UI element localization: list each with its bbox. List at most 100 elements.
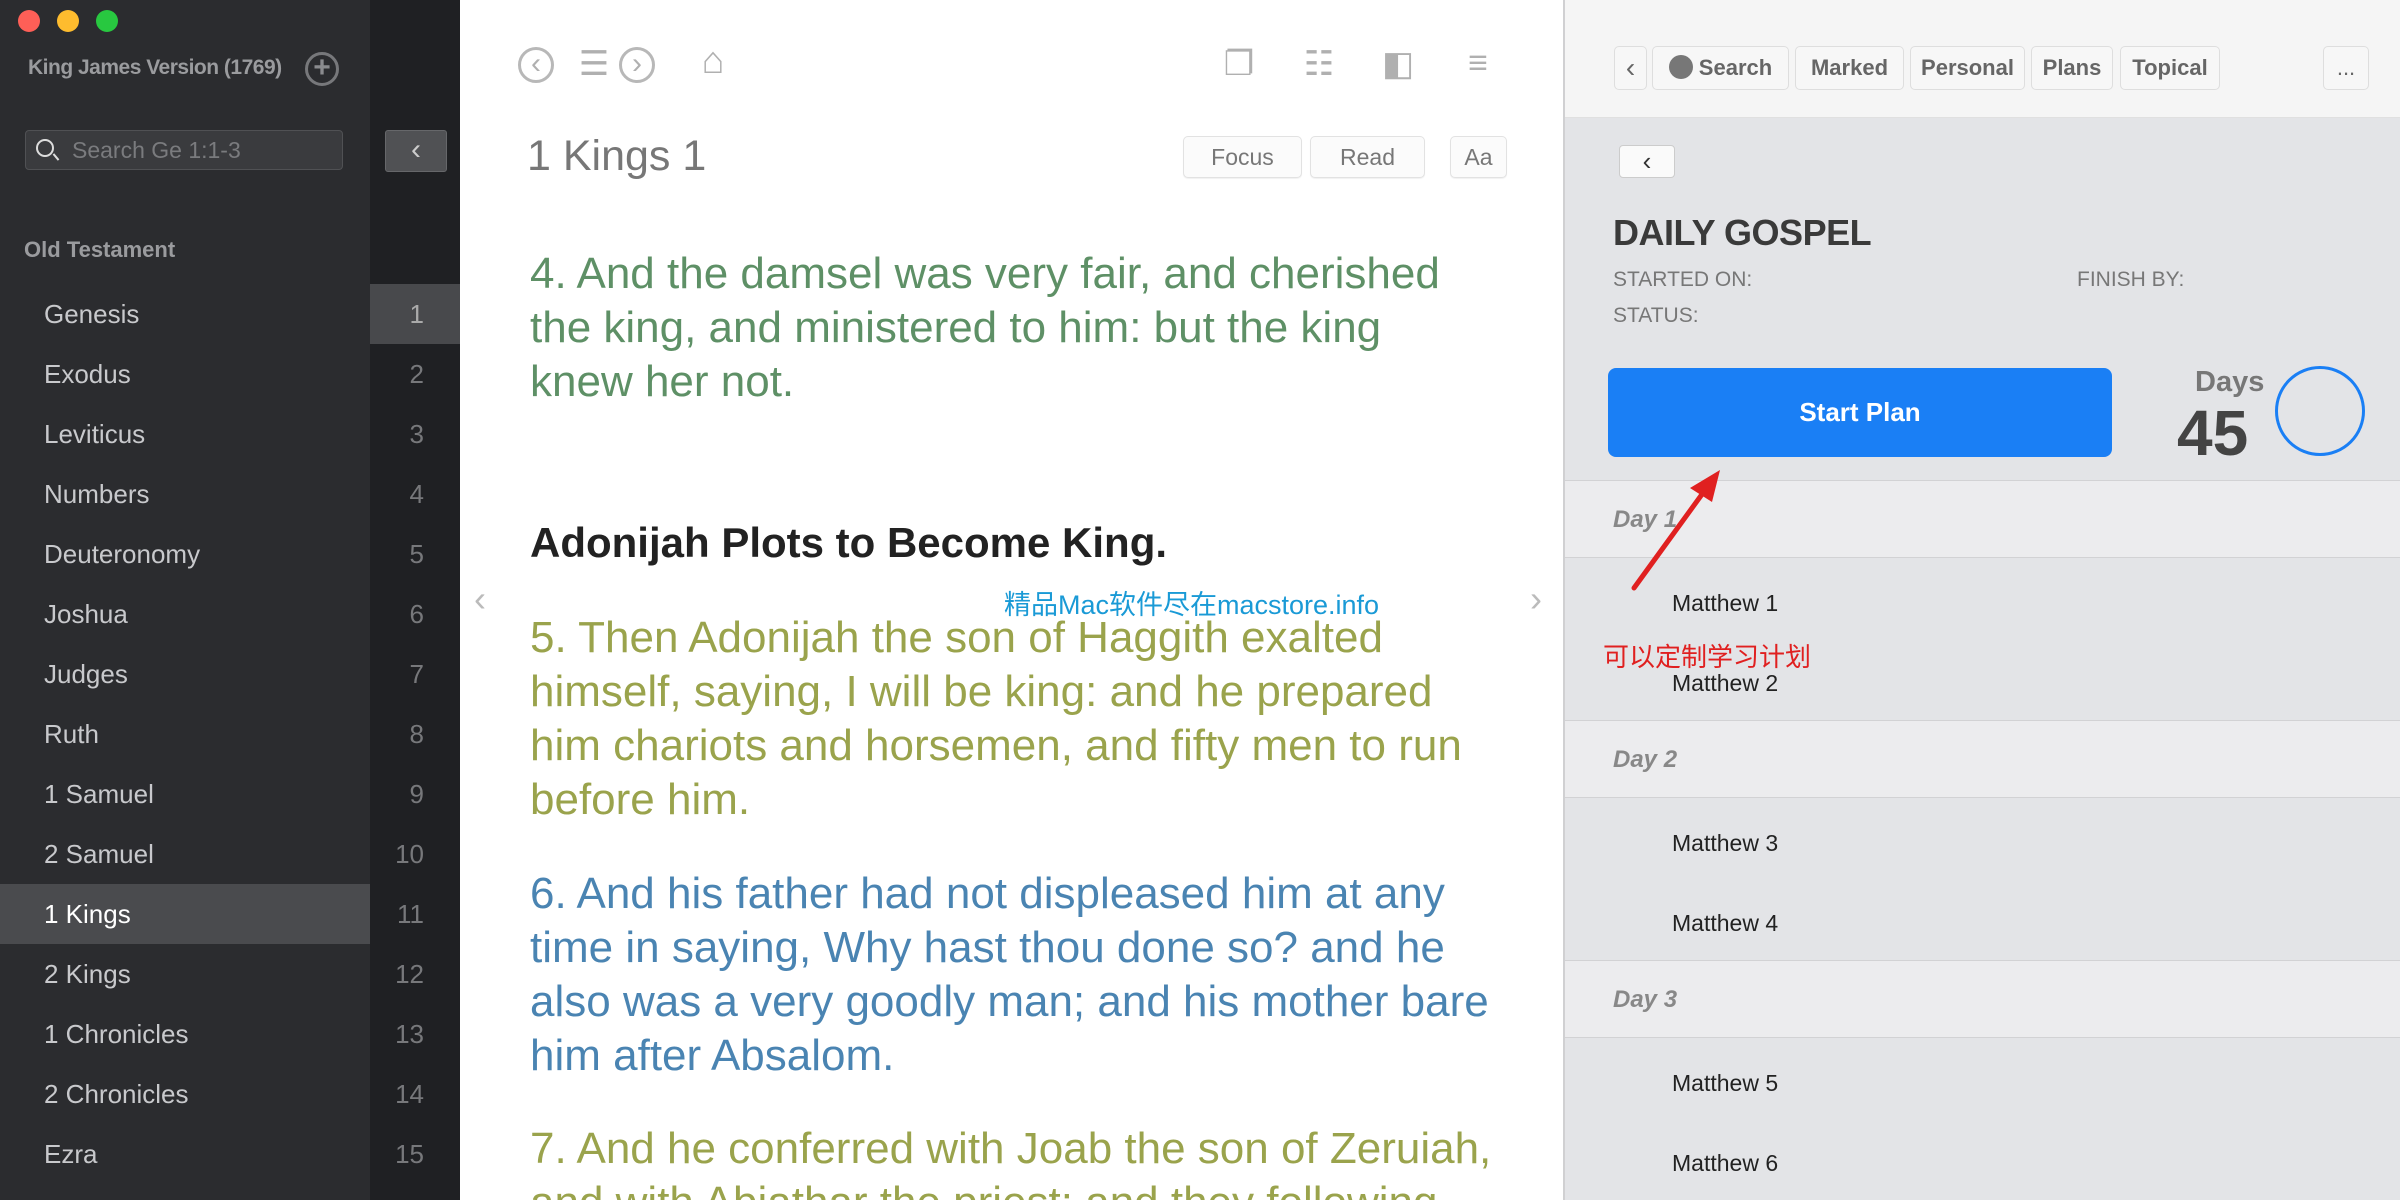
outline-icon[interactable]: ≡ [1453,44,1503,83]
chapter-number[interactable]: 12 [370,944,460,1004]
sidebar-item-book[interactable]: 2 Samuel [0,824,370,884]
sidebar-item-book[interactable]: Judges [0,644,370,704]
chapter-number[interactable]: 4 [370,464,460,524]
verse-6[interactable]: 6. And his father had not displeased him… [530,867,1489,1083]
reading-item[interactable]: Matthew 4 [1672,910,1778,937]
forward-circle-icon[interactable]: › [619,47,655,83]
more-button[interactable]: ... [2323,46,2369,90]
tab-marked[interactable]: Marked [1795,46,1904,90]
chapter-number[interactable]: 6 [370,584,460,644]
verse-line: and with Abiathar the priest: and they f… [530,1176,1491,1200]
verse-line: him chariots and horsemen, and fifty men… [530,721,1462,770]
section-old-testament: Old Testament [24,237,176,262]
sidebar-item-book[interactable]: Exodus [0,344,370,404]
chapter-number[interactable]: 1 [370,284,460,344]
started-on-label: STARTED ON: [1613,268,1753,291]
zoom-window-button[interactable] [96,10,118,32]
search-input[interactable]: Search Ge 1:1-3 [25,130,343,170]
watermark: 精品Mac软件尽在macstore.info [1004,590,1380,620]
sidebar-item-book[interactable]: 2 Kings [0,944,370,1004]
reader-content: 4. And the damsel was very fair, and che… [460,182,1563,1200]
split-view-icon[interactable]: ◧ [1373,44,1423,84]
presentation-icon[interactable]: ☷ [1294,44,1344,84]
finish-by-label: FINISH BY: [2077,268,2185,291]
plans-panel: ‹ Search Marked Personal Plans Topical .… [1563,0,2400,1200]
verse-line: also was a very goodly man; and his moth… [530,977,1489,1026]
sidebar-item-book[interactable]: 2 Chronicles [0,1064,370,1124]
tab-plans[interactable]: Plans [2031,46,2113,90]
verse-5[interactable]: 5. Then Adonijah the son of Haggith exal… [530,611,1462,827]
focus-button[interactable]: Focus [1183,136,1302,178]
search-icon [1668,55,1693,80]
sidebar-item-book[interactable]: Numbers [0,464,370,524]
chapter-number[interactable]: 11 [370,884,460,944]
sidebar-item-book[interactable]: 1 Kings [0,884,370,944]
verse-line: 4. And the damsel was very fair, and che… [530,249,1440,298]
verse-line: time in saying, Why hast thou done so? a… [530,923,1445,972]
minimize-window-button[interactable] [57,10,79,32]
sidebar-item-book[interactable]: Joshua [0,584,370,644]
chapter-number[interactable]: 8 [370,704,460,764]
verse-line: 7. And he conferred with Joab the son of… [530,1124,1492,1173]
day-header: Day 2 [1565,720,2400,798]
verse-4[interactable]: 4. And the damsel was very fair, and che… [530,247,1440,409]
verse-line: knew her not. [530,357,795,406]
tab-search[interactable]: Search [1652,46,1789,90]
search-icon [36,139,54,157]
close-window-button[interactable] [18,10,40,32]
sidebar-item-book[interactable]: Ezra [0,1124,370,1184]
home-icon[interactable]: ⌂ [688,40,738,83]
sidebar-item-book[interactable]: 1 Samuel [0,764,370,824]
tab-label: Search [1698,55,1773,80]
sidebar-item-book[interactable]: Genesis [0,284,370,344]
add-icon[interactable]: + [305,52,339,86]
back-circle-icon[interactable]: ‹ [518,47,554,83]
tab-topical[interactable]: Topical [2120,46,2220,90]
annotation-arrow [1631,470,1720,591]
chapter-number[interactable]: 9 [370,764,460,824]
days-label: Days [2195,366,2265,398]
copy-icon[interactable]: ❐ [1214,44,1264,84]
chapter-number[interactable]: 2 [370,344,460,404]
next-chapter-arrow[interactable]: › [1530,578,1542,620]
verse-line: him after Absalom. [530,1031,895,1080]
reading-item[interactable]: Matthew 5 [1672,1070,1778,1097]
progress-ring [2275,366,2365,456]
verse-line: 6. And his father had not displeased him… [530,869,1445,918]
chapter-number[interactable]: 13 [370,1004,460,1064]
chapter-title: 1 Kings 1 [527,132,707,180]
reading-item[interactable]: Matthew 6 [1672,1150,1778,1177]
chapter-number[interactable]: 10 [370,824,460,884]
verse-7[interactable]: 7. And he conferred with Joab the son of… [530,1122,1491,1200]
chapter-number[interactable]: 14 [370,1064,460,1124]
chapter-number[interactable]: 5 [370,524,460,584]
sidebar-item-book[interactable]: Leviticus [0,404,370,464]
chapter-number[interactable]: 7 [370,644,460,704]
panel-back-button[interactable]: ‹ [1614,46,1647,90]
reading-item[interactable]: Matthew 3 [1672,830,1778,857]
section-heading: Adonijah Plots to Become King. [530,519,1168,566]
chapter-number[interactable]: 3 [370,404,460,464]
verse-line: himself, saying, I will be king: and he … [530,667,1433,716]
status-label: STATUS: [1613,304,1699,327]
tab-personal[interactable]: Personal [1910,46,2025,90]
annotation-text: 可以定制学习计划 [1603,642,1812,672]
plan-title: DAILY GOSPEL [1613,212,1872,253]
font-settings-button[interactable]: Aa [1450,136,1507,178]
days-count: 45 [2177,397,2249,469]
sidebar-item-book[interactable]: 1 Chronicles [0,1004,370,1064]
reading-item[interactable]: Matthew 2 [1672,670,1778,697]
panel-toolbar: ‹ Search Marked Personal Plans Topical .… [1565,0,2400,118]
start-plan-button[interactable]: Start Plan [1608,368,2112,457]
verse-line: before him. [530,775,751,824]
sidebar-item-book[interactable]: Deuteronomy [0,524,370,584]
chapter-number[interactable]: 15 [370,1124,460,1184]
sidebar-item-book[interactable]: Ruth [0,704,370,764]
collapse-sidebar-button[interactable]: ‹ [385,130,447,172]
list-icon[interactable]: ☰ [569,44,619,84]
previous-chapter-arrow[interactable]: ‹ [474,578,486,620]
read-button[interactable]: Read [1310,136,1425,178]
plan-back-button[interactable]: ‹ [1619,145,1675,178]
bible-version-title[interactable]: King James Version (1769) [28,56,282,80]
verse-line: the king, and ministered to him: but the… [530,303,1382,352]
